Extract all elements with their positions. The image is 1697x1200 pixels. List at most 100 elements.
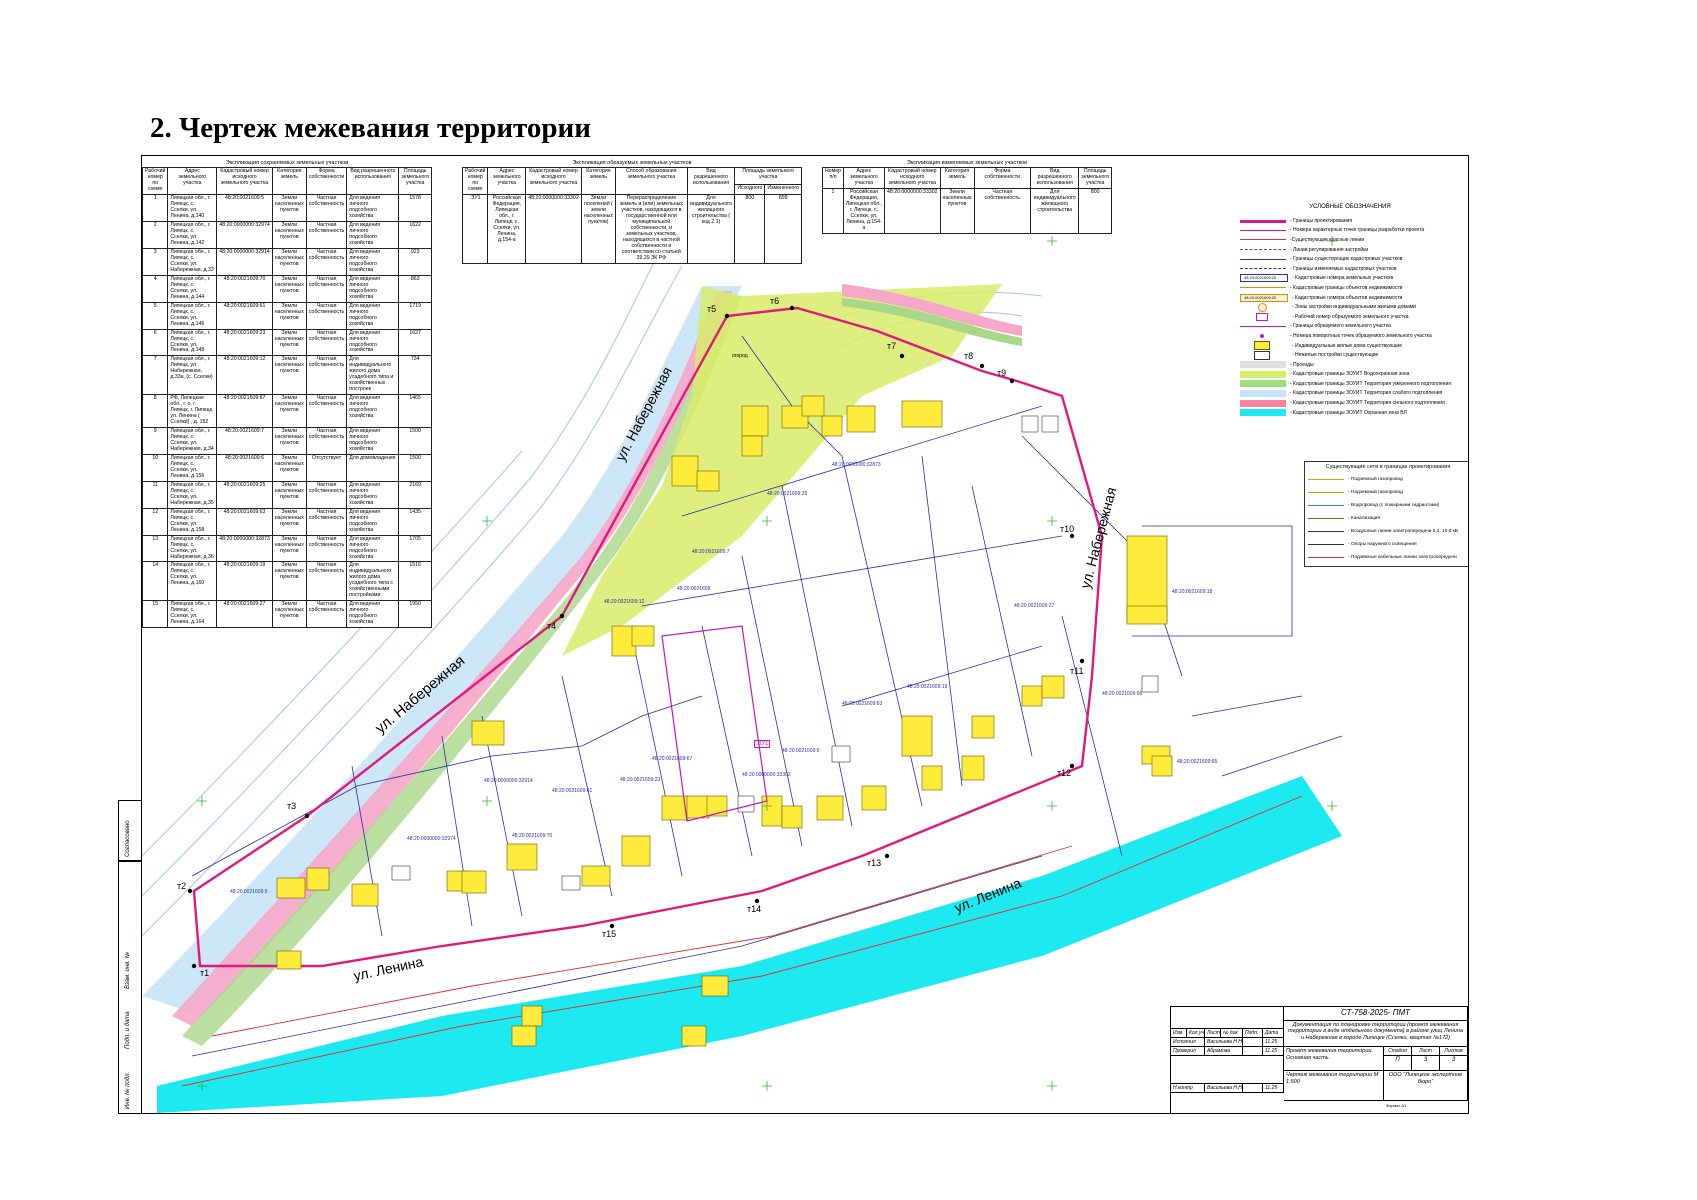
cell: Частная собственность	[305, 194, 348, 223]
cell: 48:20:0021609:70	[216, 274, 273, 303]
cell: Земли населенных пунктов	[271, 274, 307, 303]
stamp-date: 11.25	[1263, 1047, 1284, 1056]
cell: 1500	[398, 427, 432, 455]
stamp-empty	[1171, 1056, 1284, 1084]
table-row: 6 Липецкая обл., г. Липецк, с. Сселки, ул…	[142, 328, 432, 357]
utility-legend-title: Существующие сети в границах проектирова…	[1325, 464, 1451, 470]
cell: Частная собственность	[305, 394, 348, 429]
cell: 1578	[398, 194, 432, 223]
cell: Липецкая обл., г. Липецк, с. Сселки, ул.…	[167, 561, 218, 602]
cell: 1627	[398, 328, 432, 357]
legend-swatch	[1240, 258, 1286, 260]
stamp-role: Проверил	[1171, 1047, 1205, 1056]
zu1-boundary	[661, 625, 768, 822]
table-preserved-parcels: Экспликация сохраняемых земельных участк…	[142, 160, 432, 629]
legend-item: -Существующие красные линии	[1240, 235, 1460, 245]
stamp-sheet-h: Лист	[1412, 1047, 1440, 1056]
point-label-t9: т9	[997, 368, 1007, 378]
cell: Земли населенных пунктов	[271, 480, 307, 509]
cell: 48:20:0021609:6	[216, 453, 273, 482]
stamp-sheets: 3	[1440, 1056, 1468, 1071]
t1-col: Адрес земельного участка	[167, 167, 218, 196]
cell: Для ведения личного подсобного хозяйства	[346, 394, 400, 429]
table-row: :ЗУ1 Российская Федерация, Липецкая обл.…	[461, 194, 802, 264]
point-label-t3: т3	[287, 801, 297, 811]
cell: Липецкая обл., г. Липецк, ул. Набережная…	[167, 355, 218, 396]
legend-swatch	[1240, 399, 1286, 407]
cell: 48:20:0021609:25	[216, 480, 273, 509]
stamp-col-kol: Кол.уч	[1187, 1029, 1205, 1038]
t1-col: Категория земель	[271, 167, 307, 196]
cell: Частная собственность	[305, 534, 348, 563]
table-row: 2 Липецкая обл., г. Липецк, с. Сселки, ул…	[142, 221, 432, 249]
cell: 48:20:0021609:7	[216, 427, 273, 455]
cell: 1435	[398, 507, 432, 536]
cell: 800	[1078, 188, 1112, 234]
table-row: 14 Липецкая обл., г. Липецк, с. Сселки, у…	[142, 561, 432, 602]
legend: УСЛОВНЫЕ ОБОЗНАЧЕНИЯ - Границы проектиро…	[1240, 192, 1460, 417]
cell: Липецкая обл., г. Липецк, с. Сселки, ул.…	[167, 301, 218, 330]
stamp-date: 11.25	[1263, 1038, 1284, 1047]
cell: Для ведения личного подсобного хозяйства	[346, 480, 400, 509]
utility-legend-label: - Надземный газопровод	[1348, 490, 1403, 495]
stamp-empty	[1171, 1007, 1284, 1029]
t3-col: Кадастровый номер исходного земельного у…	[884, 167, 941, 190]
stamp-sign	[1243, 1084, 1263, 1093]
legend-label: - Границы изменяемых кадастровых участко…	[1290, 265, 1397, 272]
cell: 1950	[398, 600, 432, 629]
t2-col: Кадастровый номер исходного земельного у…	[525, 167, 582, 196]
stamp-sign	[1243, 1047, 1263, 1056]
legend-label: - Номера поворотных точек образуемого зе…	[1290, 332, 1432, 339]
parcel-label-70: 48:20:0021609:70	[512, 833, 553, 839]
legend-label: - Кадастровые границы ЗОУИТ Охранная зон…	[1290, 409, 1407, 416]
parcel-label-23: 48:20:0021609:23	[620, 777, 661, 783]
cell: Частная собственность	[305, 301, 348, 330]
cell: 48:20:0021609:63	[216, 507, 273, 536]
table-row: 15 Липецкая обл., г. Липецк, с. Сселки, у…	[142, 600, 432, 629]
cell: Земли населенных пунктов	[271, 427, 307, 455]
utility-legend-item: - Подземный газопровод	[1308, 473, 1468, 486]
stamp-person: Васильева Н.Н.	[1205, 1038, 1243, 1047]
legend-item: - Зоны застройки индивидуальными жилыми …	[1240, 302, 1460, 312]
garden-label: огород	[732, 353, 748, 359]
cell: 48:20:0021609:67	[216, 394, 273, 429]
legend-swatch	[1260, 333, 1264, 338]
cell: Для ведения личного подсобного хозяйства	[346, 507, 400, 536]
t2-col: Категория земель	[580, 167, 617, 196]
cell: Для индивидуального жилого дома усадебно…	[346, 561, 400, 602]
cell: 2169	[398, 480, 432, 509]
stamp-col-date: Дата	[1263, 1029, 1284, 1038]
page-title: 2. Чертеж межевания территории	[150, 112, 591, 144]
cell: Земли населенных пунктов	[271, 507, 307, 536]
cell: 13	[142, 534, 169, 563]
legend-label: -Существующие красные линии	[1290, 236, 1365, 243]
cell: Частная собственность	[305, 600, 348, 629]
legend-label: - Границы образуемого земельного участка	[1290, 323, 1391, 330]
parcel-label-7: 48:20:0021609:7	[692, 549, 730, 555]
cell: Для ведения личного подсобного хозяйства	[346, 534, 400, 563]
cell: 2	[142, 221, 169, 249]
legend-item: - Границы проектирования	[1240, 216, 1460, 226]
cell: Частная собственность	[305, 247, 348, 276]
parcel-label-6: 48:20:0021609:6	[782, 748, 820, 754]
cell: 48:20:0000000:33302	[525, 194, 582, 264]
cell: Липецкая обл., г. Липецк, с. Сселки, ул.…	[167, 247, 218, 276]
parcel-label-27: 48:20:0021609:27	[1014, 603, 1055, 609]
cell: 48:20:0021609:27	[216, 600, 273, 629]
legend-swatch	[1240, 389, 1286, 397]
legend-label: - Кадастровые номера объектов недвижимос…	[1292, 294, 1403, 301]
cell: Земли населенных пунктов	[271, 355, 307, 396]
cell: Липецкая обл., г. Липецк, с. Сселки, ул.…	[167, 221, 218, 249]
legend-swatch	[1240, 229, 1286, 231]
point-label-t2: т2	[177, 881, 187, 891]
legend-label: - Границы проектирования	[1290, 217, 1353, 224]
cell: Частная собственность	[305, 274, 348, 303]
side-label-inv: Инв. № подл.	[125, 1071, 131, 1109]
legend-label: - Кадастровые границы ЗОУИТ Территория с…	[1290, 390, 1443, 397]
legend-item: - Нежилые постройки существующие	[1240, 350, 1460, 360]
cell: Частная собственность	[305, 507, 348, 536]
utility-legend-items: - Подземный газопровод - Надземный газопр…	[1308, 473, 1468, 564]
side-label-replace: Взам. инв. №	[125, 951, 131, 989]
t1-col: Кадастровый номер исходного земельного у…	[216, 167, 273, 196]
cell: 1719	[398, 301, 432, 330]
